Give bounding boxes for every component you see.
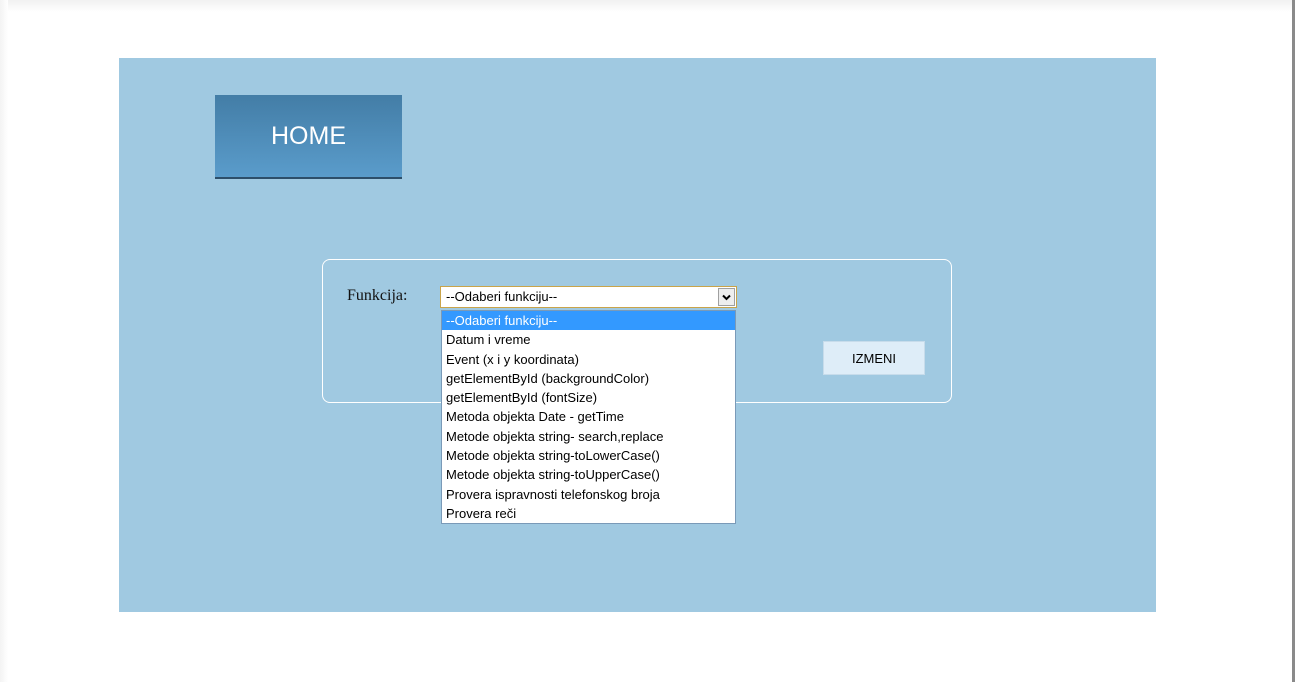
home-button[interactable]: HOME <box>215 95 402 179</box>
home-button-label: HOME <box>271 121 346 150</box>
dropdown-option[interactable]: --Odaberi funkciju-- <box>442 311 735 331</box>
dropdown-option[interactable]: Provera ispravnosti telefonskog broja <box>442 485 735 504</box>
dropdown-option[interactable]: getElementById (fontSize) <box>442 388 735 407</box>
select-current-value: --Odaberi funkciju-- <box>446 289 558 304</box>
function-label: Funkcija: <box>347 287 408 304</box>
dropdown-option[interactable]: Metoda objekta Date - getTime <box>442 407 735 426</box>
function-select[interactable]: --Odaberi funkciju-- <box>440 286 737 308</box>
left-edge <box>0 0 8 682</box>
dropdown-option[interactable]: Metode objekta string- search,replace <box>442 427 735 446</box>
dropdown-option[interactable]: Provera reči <box>442 504 735 523</box>
chevron-down-icon[interactable] <box>718 288 735 306</box>
dropdown-option[interactable]: getElementById (backgroundColor) <box>442 369 735 388</box>
main-panel: HOME Funkcija: --Odaberi funkciju-- --Od… <box>119 58 1156 612</box>
dropdown-option[interactable]: Metode objekta string-toUpperCase() <box>442 465 735 484</box>
dropdown-option[interactable]: Event (x i y koordinata) <box>442 350 735 369</box>
top-shadow <box>0 0 1295 12</box>
dropdown-option[interactable]: Datum i vreme <box>442 330 735 349</box>
izmeni-button-label: IZMENI <box>851 350 897 366</box>
dropdown-option[interactable]: Metode objekta string-toLowerCase() <box>442 446 735 465</box>
izmeni-button[interactable]: IZMENI <box>823 341 925 375</box>
function-dropdown-list: --Odaberi funkciju-- Datum i vreme Event (… <box>441 310 736 525</box>
browser-viewport: HOME Funkcija: --Odaberi funkciju-- --Od… <box>0 0 1295 682</box>
